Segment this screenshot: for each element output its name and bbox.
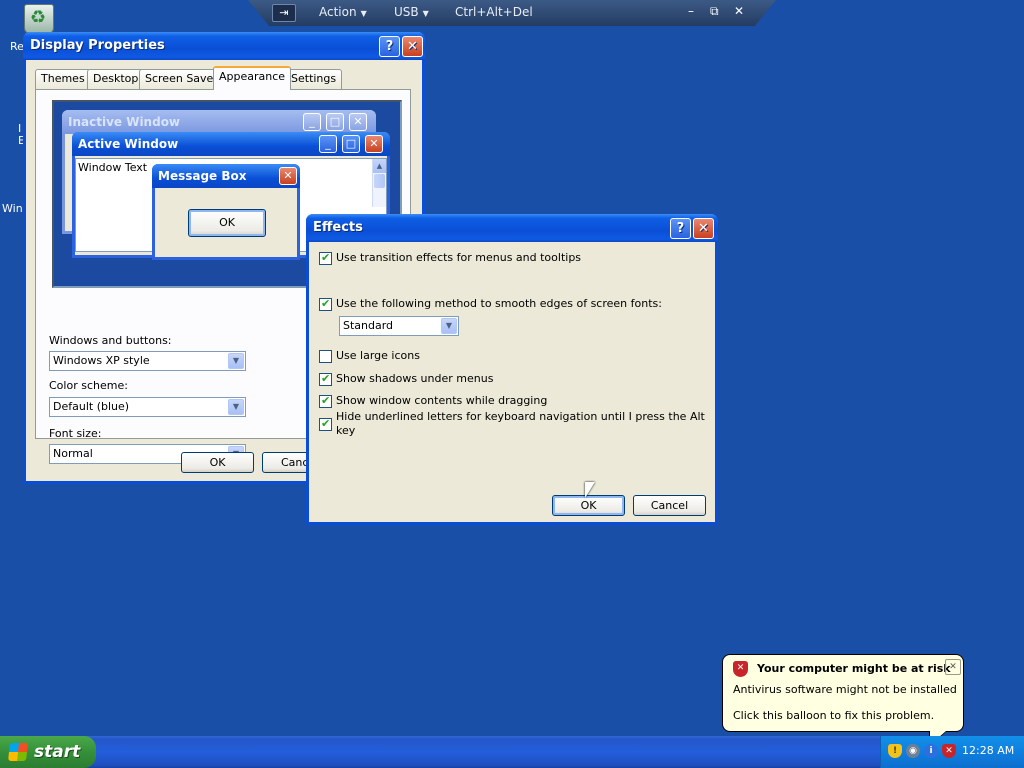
dialog-title: Effects (313, 220, 363, 235)
windows-buttons-label: Windows and buttons: (49, 334, 172, 347)
usb-menu-label: USB (394, 5, 419, 19)
window-text-label: Window Text (78, 161, 148, 174)
chevron-down-icon[interactable]: ▼ (228, 399, 244, 415)
remote-console-toolbar: ⇥ Action ▼ USB ▼ Ctrl+Alt+Del – ⧉ ✕ (248, 0, 776, 26)
checkbox-checked-icon[interactable] (319, 394, 332, 408)
checkbox-checked-icon[interactable] (319, 417, 332, 431)
desktop-icon-label: Re (10, 40, 24, 53)
minimize-icon[interactable]: – (688, 4, 694, 18)
tab-themes[interactable]: Themes (35, 69, 91, 89)
security-balloon[interactable]: ✕ Your computer might be at risk ✕ Antiv… (722, 654, 964, 732)
checkbox-label: Show window contents while dragging (336, 394, 548, 407)
checkbox-checked-icon[interactable] (319, 251, 332, 265)
effects-title-bar[interactable]: Effects ? ✕ (306, 214, 718, 242)
close-button[interactable]: ✕ (402, 36, 423, 57)
drag-contents-checkbox[interactable]: Show window contents while dragging (319, 393, 547, 409)
checkbox-label: Use the following method to smooth edges… (336, 297, 662, 310)
tab-desktop[interactable]: Desktop (87, 69, 145, 89)
smoothing-method-select[interactable]: Standard ▼ (339, 316, 459, 336)
help-button[interactable]: ? (379, 36, 400, 57)
windows-buttons-value: Windows XP style (53, 354, 150, 367)
scrollbar: ▲ (372, 159, 386, 207)
close-button[interactable]: ✕ (693, 218, 714, 239)
chevron-down-icon[interactable]: ▼ (441, 318, 457, 334)
cancel-button[interactable]: Cancel (633, 495, 706, 516)
ok-button[interactable]: OK (181, 452, 254, 473)
tab-screen-saver[interactable]: Screen Saver (139, 69, 224, 89)
chevron-down-icon: ▼ (422, 9, 429, 18)
close-icon[interactable]: ✕ (734, 4, 744, 18)
checkbox-label: Use transition effects for menus and too… (336, 251, 582, 264)
scrollbar-thumb (374, 174, 385, 188)
taskbar-clock: 12:28 AM (962, 744, 1015, 757)
tab-settings[interactable]: Settings (285, 69, 343, 89)
close-icon: ✕ (365, 135, 383, 153)
checkbox-label: Use large icons (336, 349, 420, 362)
chevron-down-icon: ▼ (360, 9, 367, 18)
info-icon[interactable]: i (924, 744, 938, 758)
chevron-up-icon: ▲ (373, 159, 386, 173)
checkbox-unchecked-icon[interactable] (319, 349, 332, 363)
minimize-icon: _ (319, 135, 337, 153)
recycle-bin-icon[interactable] (24, 4, 54, 34)
ok-button[interactable]: OK (552, 495, 625, 516)
maximize-icon: □ (342, 135, 360, 153)
windows-buttons-select[interactable]: Windows XP style ▼ (49, 351, 246, 371)
help-button[interactable]: ? (670, 218, 691, 239)
checkbox-label: Show shadows under menus (336, 372, 494, 385)
balloon-line-2: Click this balloon to fix this problem. (733, 709, 935, 722)
pin-icon[interactable]: ⇥ (272, 4, 296, 22)
network-icon[interactable]: ◉ (906, 744, 920, 758)
large-icons-checkbox[interactable]: Use large icons (319, 348, 420, 364)
balloon-close-button[interactable]: ✕ (945, 659, 961, 675)
color-scheme-select[interactable]: Default (blue) ▼ (49, 397, 246, 417)
security-shield-icon: ✕ (733, 661, 748, 677)
mouse-cursor-icon (585, 482, 595, 498)
action-menu[interactable]: Action ▼ (319, 5, 367, 19)
effects-dialog: Effects ? ✕ Use transition effects for m… (306, 214, 718, 525)
font-size-label: Font size: (49, 427, 102, 440)
message-box-title: Message Box (152, 164, 300, 188)
action-menu-label: Action (319, 5, 357, 19)
message-box-preview: Message Box ✕ OK (152, 164, 300, 260)
font-size-value: Normal (53, 447, 93, 460)
security-center-icon[interactable]: ✕ (942, 744, 956, 758)
balloon-title: Your computer might be at risk (757, 662, 951, 675)
usb-menu[interactable]: USB ▼ (394, 5, 429, 19)
security-alert-icon[interactable]: ! (888, 744, 902, 758)
ctrl-alt-del-button[interactable]: Ctrl+Alt+Del (455, 5, 533, 19)
restore-icon[interactable]: ⧉ (710, 4, 719, 19)
windows-logo-icon (8, 743, 28, 761)
checkbox-checked-icon[interactable] (319, 372, 332, 386)
taskbar (0, 736, 1024, 768)
smooth-edges-checkbox[interactable]: Use the following method to smooth edges… (319, 296, 662, 312)
color-scheme-value: Default (blue) (53, 400, 130, 413)
minimize-icon: _ (303, 113, 321, 131)
close-icon: ✕ (279, 167, 297, 185)
transition-effects-checkbox[interactable]: Use transition effects for menus and too… (319, 250, 581, 266)
tab-appearance[interactable]: Appearance (213, 66, 292, 90)
display-properties-title-bar[interactable]: Display Properties ? ✕ (23, 32, 425, 60)
menu-shadows-checkbox[interactable]: Show shadows under menus (319, 371, 493, 387)
color-scheme-label: Color scheme: (49, 379, 128, 392)
balloon-line-1: Antivirus software might not be installe… (733, 683, 957, 696)
maximize-icon: □ (326, 113, 344, 131)
close-icon: ✕ (349, 113, 367, 131)
smoothing-method-value: Standard (343, 319, 394, 332)
message-box-ok-button: OK (188, 209, 266, 237)
window-title: Display Properties (30, 38, 165, 53)
chevron-down-icon[interactable]: ▼ (228, 353, 244, 369)
hide-underlines-checkbox[interactable]: Hide underlined letters for keyboard nav… (319, 410, 715, 437)
checkbox-checked-icon[interactable] (319, 297, 332, 311)
checkbox-label: Hide underlined letters for keyboard nav… (336, 410, 705, 437)
